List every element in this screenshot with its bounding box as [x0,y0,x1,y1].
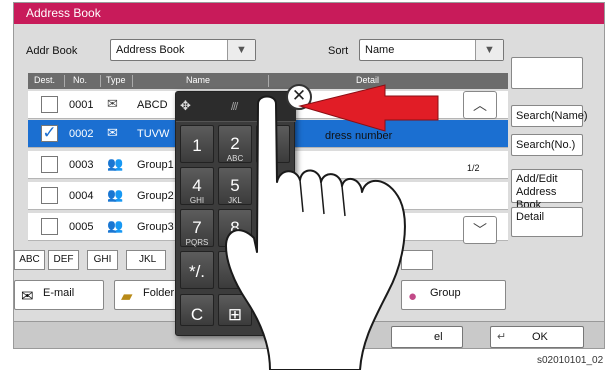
image-caption: s02010101_02 [537,355,604,366]
stage: Address Book Addr Book Address Book ▼ So… [0,0,607,370]
arrow-icon [298,84,439,132]
hand-icon [225,95,406,370]
touch-hand-illustration [225,84,439,370]
